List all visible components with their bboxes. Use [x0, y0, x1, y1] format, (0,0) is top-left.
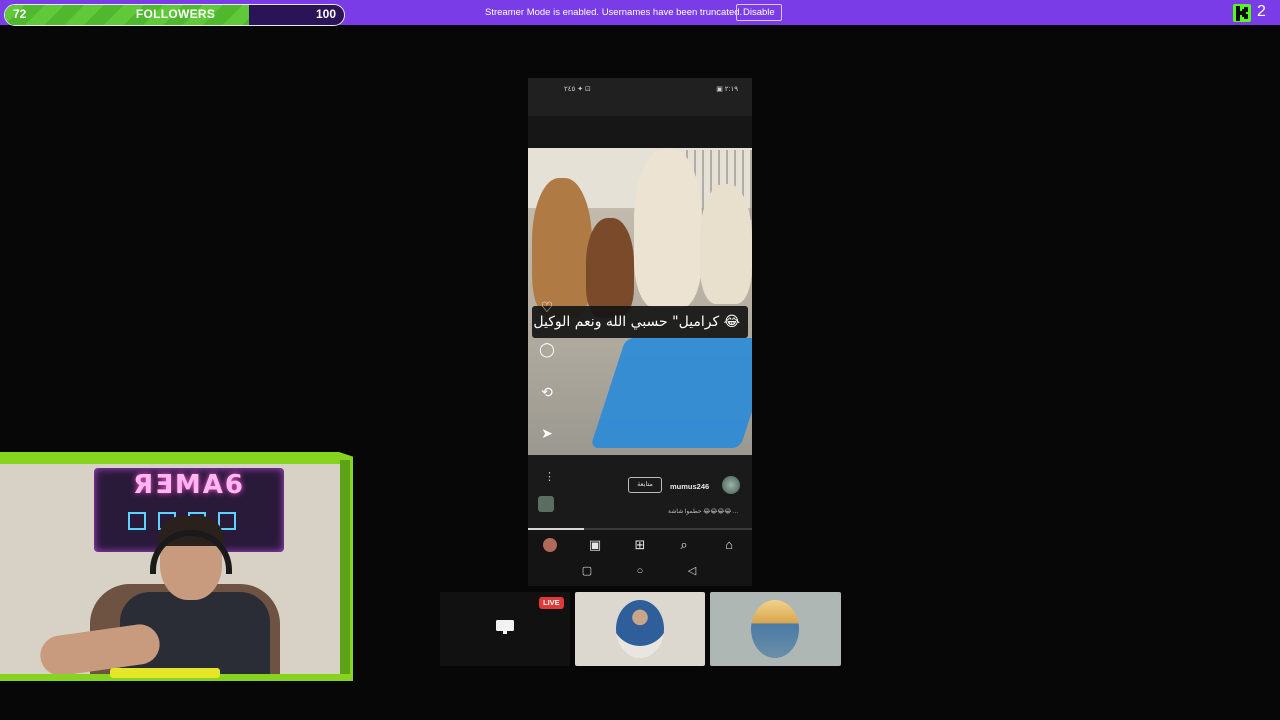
participant-avatar-1 — [616, 600, 664, 658]
status-bar-left: ٢٤٥ ✦ ⊡ — [564, 86, 591, 93]
phone-screen-share: ٢٤٥ ✦ ⊡ ▣ ٢:١٩ كراميل" حسبي الله ونعم ال… — [528, 78, 752, 586]
recent-apps-icon[interactable]: ▢ — [580, 564, 594, 578]
follower-goal-current: 72 — [13, 7, 27, 21]
follower-goal-bar: FOLLOWERS 72 100 — [4, 4, 345, 26]
search-icon[interactable]: ⌕ — [675, 536, 693, 554]
profile-avatar-icon[interactable] — [541, 536, 559, 554]
live-badge: LIVE — [539, 597, 564, 609]
top-bar: FOLLOWERS 72 100 Streamer Mode is enable… — [0, 0, 1280, 26]
kick-logo-icon — [1233, 4, 1251, 22]
follower-goal-label: FOLLOWERS — [135, 7, 216, 21]
heart-icon[interactable]: ♡ — [538, 298, 556, 316]
status-bar-right: ▣ ٢:١٩ — [716, 86, 738, 93]
monitor-icon — [496, 620, 514, 634]
blue-tub — [590, 338, 752, 448]
reel-video[interactable]: كراميل" حسبي الله ونعم الوكيل 😂 ♡ ◯ ⟲ ➤ — [528, 148, 752, 455]
reel-user-avatar[interactable] — [722, 476, 740, 494]
dog-golden — [532, 178, 592, 318]
viewer-count: 2 — [1257, 3, 1266, 20]
streamer-mode-notice: Streamer Mode is enabled. Usernames have… — [485, 7, 743, 18]
participant-tile-1[interactable] — [575, 592, 705, 666]
webcam-frame: ЯƎMA6 — [0, 452, 353, 681]
participant-avatar-2 — [751, 600, 799, 658]
neon-sign-text: ЯƎMA6 — [133, 470, 245, 500]
home-circle-icon[interactable]: ○ — [633, 564, 647, 578]
more-options-icon[interactable]: ⋮ — [544, 470, 555, 483]
back-icon[interactable]: ◁ — [685, 564, 699, 578]
participant-tile-2[interactable] — [710, 592, 841, 666]
reels-icon[interactable]: ▣ — [586, 536, 604, 554]
dog-white — [634, 148, 702, 308]
video-caption: كراميل" حسبي الله ونعم الوكيل 😂 — [532, 306, 748, 338]
webcam-feed: ЯƎMA6 — [0, 464, 340, 674]
phone-status-bar: ٢٤٥ ✦ ⊡ ▣ ٢:١٩ — [528, 78, 752, 116]
home-icon[interactable]: ⌂ — [720, 536, 738, 554]
repost-icon[interactable]: ⟲ — [538, 383, 556, 401]
disable-streamer-mode-button[interactable]: Disable — [736, 4, 782, 21]
phone-top-spacer — [528, 116, 752, 148]
comment-icon[interactable]: ◯ — [538, 340, 556, 358]
phone-bottom-nav: ▣ ⊞ ⌕ ⌂ ▢ ○ ◁ — [528, 530, 752, 586]
follower-goal-target: 100 — [315, 7, 336, 21]
dog-cream — [700, 184, 752, 304]
send-icon[interactable]: ➤ — [538, 424, 556, 442]
reel-description: حطموا شاشة 😂😂😂😂 ... — [668, 509, 739, 515]
reel-username[interactable]: mumus246 — [670, 482, 709, 491]
add-icon[interactable]: ⊞ — [631, 536, 649, 554]
follow-button[interactable]: متابعة — [628, 477, 662, 493]
dog-brown — [586, 218, 634, 318]
reel-info: ⋮ متابعة mumus246 حطموا شاشة 😂😂😂😂 ... — [528, 455, 752, 530]
music-disc-icon[interactable] — [538, 496, 554, 512]
webcam-frame-accent — [110, 668, 220, 678]
webcam-frame-edge — [340, 460, 350, 674]
